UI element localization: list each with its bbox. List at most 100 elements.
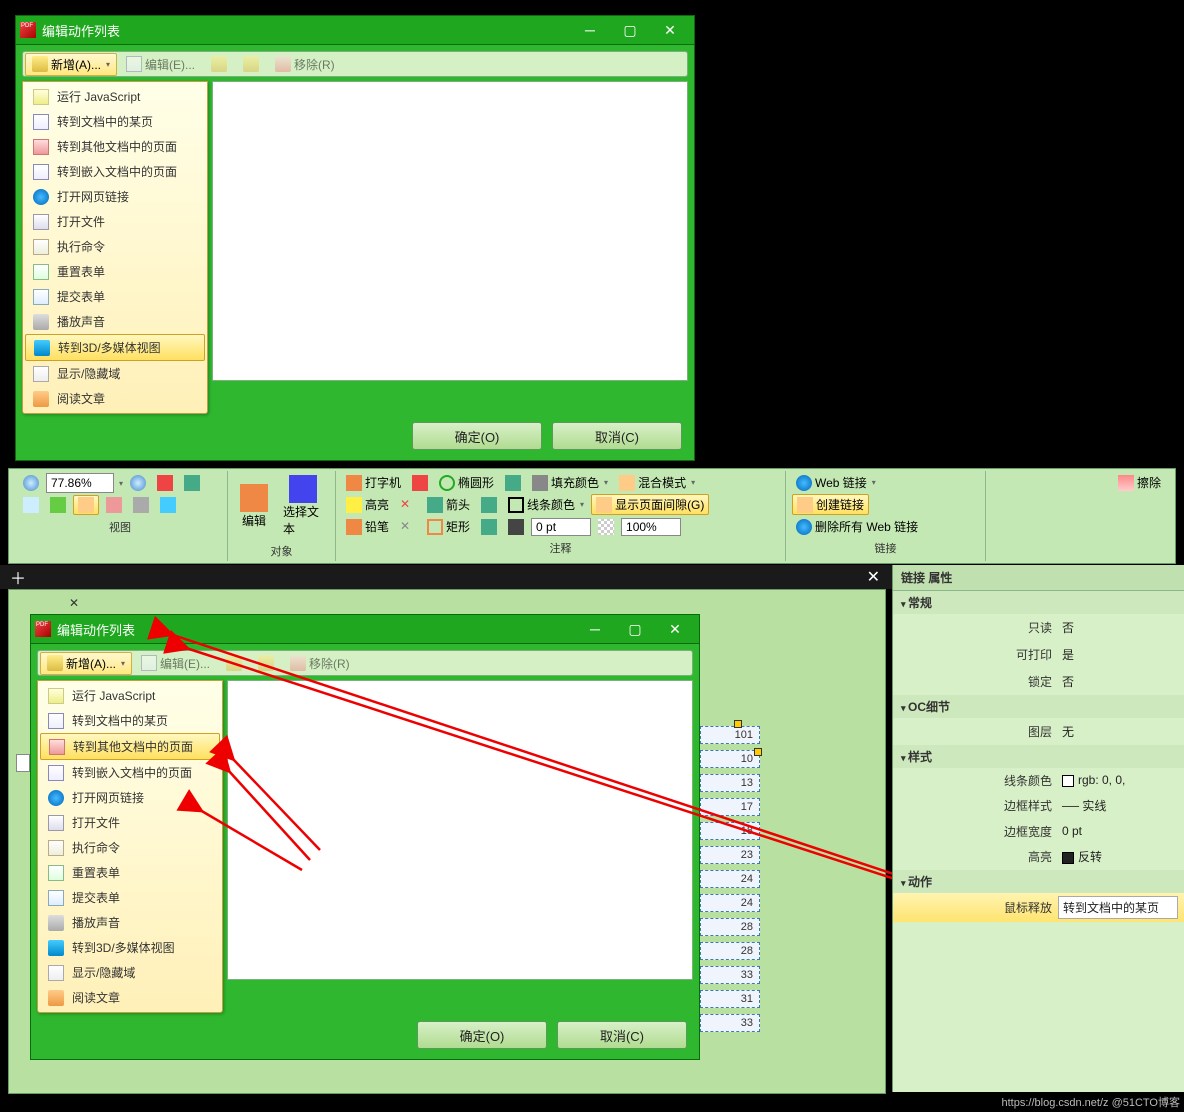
v5-button[interactable] bbox=[129, 496, 153, 514]
delete-weblinks-button[interactable]: 删除所有 Web 链接 bbox=[792, 517, 922, 536]
menu-item[interactable]: 打开文件 bbox=[40, 810, 220, 835]
moveup-button-2[interactable] bbox=[219, 652, 249, 674]
link-annotation[interactable]: 28 bbox=[700, 942, 760, 960]
resize-handle-tl[interactable] bbox=[734, 720, 742, 728]
link-annotation[interactable]: 101 bbox=[700, 726, 760, 744]
resize-handle-br[interactable] bbox=[754, 748, 762, 756]
add-button[interactable]: 新增(A)... ▾ bbox=[25, 53, 117, 76]
menu-item[interactable]: 执行命令 bbox=[25, 234, 205, 259]
section-oc[interactable]: OC细节 bbox=[893, 695, 1184, 718]
close-button-2[interactable]: ✕ bbox=[655, 616, 695, 642]
page-thumb[interactable] bbox=[16, 754, 30, 772]
menu-item[interactable]: 打开网页链接 bbox=[25, 184, 205, 209]
section-style[interactable]: 样式 bbox=[893, 745, 1184, 768]
prop-readonly[interactable]: 只读否 bbox=[893, 614, 1184, 641]
typewriter-button[interactable]: 打字机 bbox=[342, 473, 405, 492]
prop-locked[interactable]: 锁定否 bbox=[893, 668, 1184, 695]
fillcolor-button[interactable]: 填充颜色▾ bbox=[528, 473, 612, 492]
pt-input[interactable] bbox=[531, 518, 591, 536]
link-annotation[interactable]: 24 bbox=[700, 894, 760, 912]
section-general[interactable]: 常规 bbox=[893, 591, 1184, 614]
menu-item[interactable]: 运行 JavaScript bbox=[40, 683, 220, 708]
menu-item[interactable]: 提交表单 bbox=[25, 284, 205, 309]
menu-item[interactable]: 转到嵌入文档中的页面 bbox=[40, 760, 220, 785]
createlink-button[interactable]: 创建链接 bbox=[792, 494, 869, 515]
link-annotation[interactable]: 28 bbox=[700, 918, 760, 936]
minimize-button[interactable]: ─ bbox=[570, 17, 610, 43]
menu-item[interactable]: 打开文件 bbox=[25, 209, 205, 234]
v1-button[interactable] bbox=[19, 496, 43, 514]
menu-item[interactable]: 阅读文章 bbox=[40, 985, 220, 1010]
cursor-button[interactable] bbox=[153, 474, 177, 492]
movedown-button-2[interactable] bbox=[251, 652, 281, 674]
weblink-button[interactable]: Web 链接▾ bbox=[792, 473, 880, 492]
link-annotation[interactable]: 23 bbox=[700, 846, 760, 864]
inner-close-button[interactable]: ✕ bbox=[63, 594, 85, 612]
menu-item[interactable]: 显示/隐藏域 bbox=[40, 960, 220, 985]
menu-item[interactable]: 重置表单 bbox=[25, 259, 205, 284]
menu-item[interactable]: 提交表单 bbox=[40, 885, 220, 910]
linewidth-button[interactable] bbox=[504, 518, 528, 536]
close-tab-button[interactable]: ✕ bbox=[859, 567, 888, 587]
opacity-button[interactable] bbox=[594, 518, 618, 536]
menu-item[interactable]: 阅读文章 bbox=[25, 386, 205, 411]
action-list-pane[interactable] bbox=[212, 81, 688, 381]
menu-item[interactable]: 转到其他文档中的页面 bbox=[25, 134, 205, 159]
menu-item[interactable]: 执行命令 bbox=[40, 835, 220, 860]
cancel-button-2[interactable]: 取消(C) bbox=[557, 1021, 687, 1049]
moveup-button[interactable] bbox=[204, 53, 234, 75]
link-annotation[interactable]: 33 bbox=[700, 966, 760, 984]
v4-button[interactable] bbox=[102, 496, 126, 514]
menu-item[interactable]: 显示/隐藏域 bbox=[25, 361, 205, 386]
remove-button[interactable]: 移除(R) bbox=[268, 53, 342, 76]
menu-item[interactable]: 转到其他文档中的页面 bbox=[40, 733, 220, 760]
v6-button[interactable] bbox=[156, 496, 180, 514]
highlight-button[interactable]: 高亮 bbox=[342, 495, 393, 514]
shape3-button[interactable] bbox=[477, 518, 501, 536]
add-button-2[interactable]: 新增(A)... ▾ bbox=[40, 652, 132, 675]
link-annotation[interactable]: 33 bbox=[700, 1014, 760, 1032]
x2-button[interactable]: ✕ bbox=[396, 518, 420, 536]
erase-button[interactable]: 擦除 bbox=[1114, 473, 1165, 492]
prop-borderstyle[interactable]: 边框样式── 实线 bbox=[893, 792, 1184, 819]
zoom-in-button[interactable] bbox=[126, 474, 150, 492]
menu-item[interactable]: 运行 JavaScript bbox=[25, 84, 205, 109]
titlebar[interactable]: 编辑动作列表 ─ ▢ ✕ bbox=[16, 16, 694, 44]
prop-printable[interactable]: 可打印是 bbox=[893, 641, 1184, 668]
maximize-button-2[interactable]: ▢ bbox=[615, 616, 655, 642]
menu-item[interactable]: 重置表单 bbox=[40, 860, 220, 885]
zoom-out-button[interactable] bbox=[19, 474, 43, 492]
edit-button-2[interactable]: 编辑(E)... bbox=[134, 652, 217, 675]
titlebar-2[interactable]: 编辑动作列表 ─ ▢ ✕ bbox=[31, 615, 699, 643]
add-tab-button[interactable]: ＋ bbox=[4, 565, 32, 589]
arrow-button[interactable]: 箭头 bbox=[423, 495, 474, 514]
link-annotation[interactable]: 17 bbox=[700, 798, 760, 816]
menu-item[interactable]: 打开网页链接 bbox=[40, 785, 220, 810]
v3-button[interactable] bbox=[73, 495, 99, 515]
blend-button[interactable]: 混合模式▾ bbox=[615, 473, 699, 492]
ok-button-2[interactable]: 确定(O) bbox=[417, 1021, 547, 1049]
menu-item[interactable]: 转到嵌入文档中的页面 bbox=[25, 159, 205, 184]
section-action[interactable]: 动作 bbox=[893, 870, 1184, 893]
select-text-button[interactable]: 选择文本 bbox=[277, 473, 329, 539]
ellipse-button[interactable]: 椭圆形 bbox=[435, 473, 498, 492]
link-annotation[interactable]: 31 bbox=[700, 990, 760, 1008]
prop-strokecolor[interactable]: 线条颜色rgb: 0, 0, bbox=[893, 768, 1184, 792]
menu-item[interactable]: 转到文档中的某页 bbox=[40, 708, 220, 733]
cancel-button[interactable]: 取消(C) bbox=[552, 422, 682, 450]
prop-borderwidth[interactable]: 边框宽度0 pt bbox=[893, 819, 1184, 843]
link-annotation[interactable]: 10 bbox=[700, 750, 760, 768]
textcolor-button[interactable] bbox=[408, 474, 432, 492]
link-annotation[interactable]: 24 bbox=[700, 870, 760, 888]
ok-button[interactable]: 确定(O) bbox=[412, 422, 542, 450]
prop-mouseup[interactable]: 鼠标释放转到文档中的某页 bbox=[893, 893, 1184, 922]
show-gap-button[interactable]: 显示页面间隙(G) bbox=[591, 494, 709, 515]
link-annotation[interactable]: 18 bbox=[700, 822, 760, 840]
opacity-input[interactable] bbox=[621, 518, 681, 536]
menu-item[interactable]: 转到文档中的某页 bbox=[25, 109, 205, 134]
linecolor-button[interactable]: 线条颜色▾ bbox=[504, 495, 588, 514]
menu-item[interactable]: 播放声音 bbox=[40, 910, 220, 935]
minimize-button-2[interactable]: ─ bbox=[575, 616, 615, 642]
snapshot-button[interactable] bbox=[180, 474, 204, 492]
menu-item[interactable]: 播放声音 bbox=[25, 309, 205, 334]
